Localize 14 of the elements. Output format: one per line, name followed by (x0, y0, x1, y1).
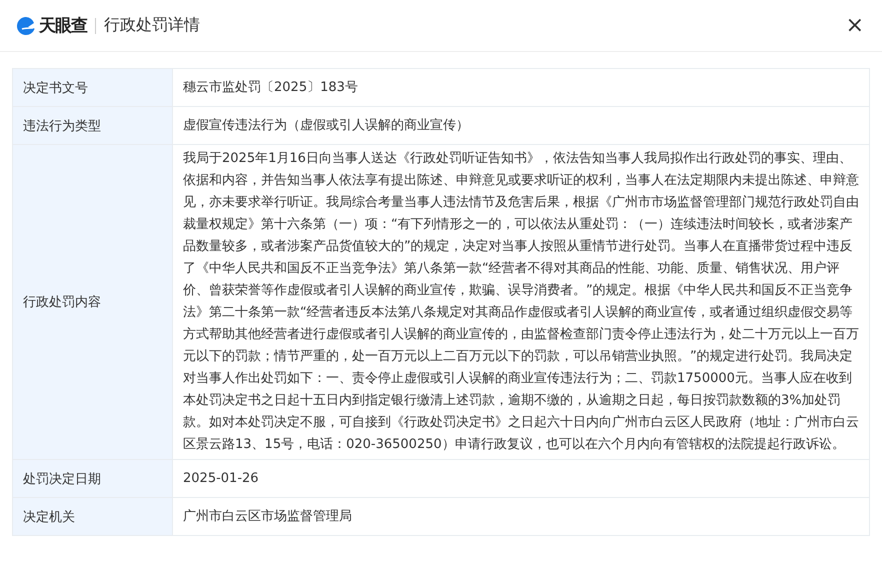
close-button[interactable]: × (844, 14, 866, 36)
field-value: 虚假宣传违法行为（虚假或引人误解的商业宣传） (183, 116, 469, 134)
logo-icon (16, 16, 36, 36)
field-label: 决定机关 (23, 508, 75, 526)
dialog-title: 行政处罚详情 (104, 15, 200, 36)
field-value: 我局于2025年1月16日向当事人送达《行政处罚听证告知书》，依法告知当事人我局拟作出行政处罚的事实、理由、依据和内容，并告知当事人依法享有提出陈述、申辩意见或要求听证的权利，当事人在法定期限内未提出陈述、申辩意见，亦未要求举行听证。我局综合考量当事人违法情节及危害后果，根据《广州市市场监督管理部门规范行政处罚自由裁量权规定》第十六条第（一）项：“有下列情形之一的，可以依法从重处罚：（一）连续违法时间较长，或者涉案产品数量较多，或者涉案产品货值较大的”的规定，决定对当事人按照从重情节进行处罚。当事人在直播带货过程中违反了《中华人民共和国反不正当竞争法》第八条第一款“经营者不得对其商品的性能、功能、质量、销售状况、用户评价、曾获荣誉等作虚假或者引人误解的商业宣传，欺骗、误导消费者。”的规定。根据《中华人民共和国反不正当竞争法》第二十条第一款“经营者违反本法第八条规定对其商品作虚假或者引人误解的商业宣传，或者通过组织虚假交易等方式帮助其他经营者进行虚假或者引人误解的商业宣传的，由监督检查部门责令停止违法行为，处二十万元以上一百万元以下的罚款；情节严重的，处一百万元以上二百万元以下的罚款，可以吊销营业执照。”的规定进行处罚。我局决定对当事人作出处罚如下：一、责令停止虚假或引人误解的商业宣传违法行为；二、罚款1750000元。当事人应在收到本处罚决定书之日起十五日内到指定银行缴清上述罚款，逾期不缴的，从逾期之日起，每日按罚款数额的3%加处罚款。如对本处罚决定不服，可自接到《行政处罚决定书》之日起六十日内向广州市白云区人民政府（地址：广州市白云区景云路13、15号，电话：020-36500250）申请行政复议，也可以在六个月内向有管辖权的法院提起行政诉讼。 (183, 150, 859, 454)
field-value: 穗云市监处罚〔2025〕183号 (183, 78, 358, 96)
field-label: 行政处罚内容 (23, 294, 101, 311)
field-label: 违法行为类型 (23, 118, 101, 134)
field-label: 处罚决定日期 (23, 470, 101, 488)
field-label: 决定书文号 (23, 80, 88, 96)
field-value: 2025-01-26 (183, 470, 259, 488)
field-value: 广州市白云区市场监督管理局 (183, 508, 352, 526)
logo-text: 天眼查 (39, 15, 87, 37)
